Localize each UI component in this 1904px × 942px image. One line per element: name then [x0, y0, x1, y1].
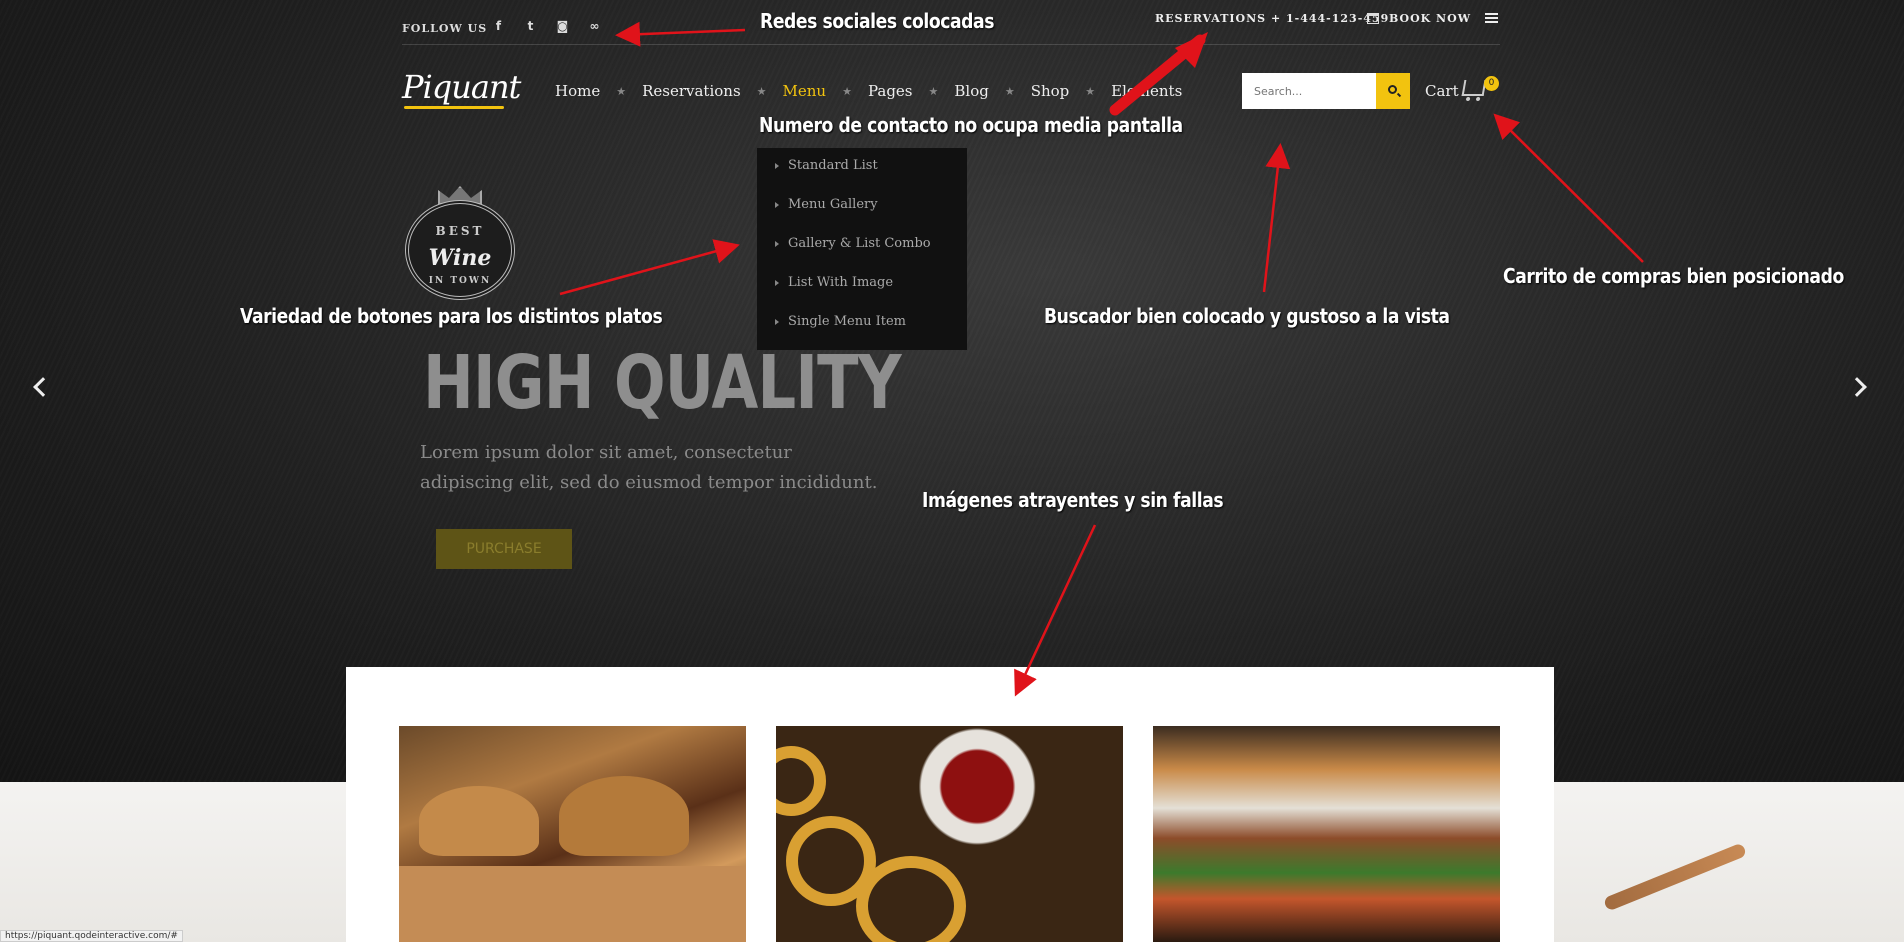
dropdown-item-standard-list[interactable]: Standard List [775, 158, 878, 173]
social-links: f t ◙ ∞ [492, 19, 602, 33]
dropdown-item-list-with-image[interactable]: List With Image [775, 275, 893, 290]
nav-separator-star-icon: ★ [1085, 84, 1096, 98]
food-image-mini-burgers[interactable] [399, 726, 746, 942]
dropdown-item-label: Standard List [788, 158, 878, 173]
onion-ring-shape [776, 746, 826, 816]
nav-separator-star-icon: ★ [842, 84, 852, 98]
hero-title: HIGH QUALITY [423, 340, 902, 426]
dropdown-item-menu-gallery[interactable]: Menu Gallery [775, 197, 878, 212]
dropdown-item-label: Gallery & List Combo [788, 236, 931, 251]
logo[interactable]: Piquant [402, 68, 521, 106]
cart-count-badge: 0 [1484, 76, 1499, 91]
facebook-icon[interactable]: f [492, 19, 506, 33]
purchase-button[interactable]: PURCHASE [436, 529, 572, 569]
nav-item-shop[interactable]: Shop [1031, 82, 1070, 100]
caret-right-icon [775, 162, 779, 169]
twitter-icon[interactable]: t [524, 19, 538, 33]
annotation-numero: Numero de contacto no ocupa media pantal… [759, 113, 1183, 137]
instagram-icon[interactable]: ◙ [556, 19, 570, 33]
book-now-label: BOOK NOW [1389, 12, 1472, 25]
browser-status-url: https://piquant.qodeinteractive.com/# [0, 930, 183, 942]
burger-shape [419, 786, 539, 856]
badge-middle-text: Wine [428, 245, 492, 271]
nav-separator-star-icon: ★ [1004, 84, 1015, 98]
badge-top-text: BEST [435, 224, 485, 238]
dropdown-item-single-menu-item[interactable]: Single Menu Item [775, 314, 906, 329]
search-icon [1388, 85, 1397, 94]
onion-ring-shape [856, 856, 966, 942]
annotation-carrito: Carrito de compras bien posicionado [1503, 264, 1844, 288]
follow-us-label: FOLLOW US [402, 22, 488, 35]
caret-right-icon [775, 318, 779, 325]
annotation-redes: Redes sociales colocadas [760, 9, 995, 33]
nav-item-menu[interactable]: Menu [783, 82, 827, 100]
dropdown-item-gallery-list-combo[interactable]: Gallery & List Combo [775, 236, 931, 251]
nav-item-home[interactable]: Home [555, 82, 600, 100]
caret-right-icon [775, 279, 779, 286]
best-wine-badge: BEST Wine IN TOWN [405, 200, 515, 300]
cart-icon[interactable] [1461, 80, 1487, 96]
board-shape [399, 866, 746, 942]
annotation-imagenes: Imágenes atrayentes y sin fallas [922, 488, 1224, 512]
caret-right-icon [775, 240, 779, 247]
food-image-gourmet-burger[interactable] [1153, 726, 1500, 942]
hamburger-menu-icon[interactable] [1485, 13, 1498, 23]
logo-underline [404, 106, 504, 109]
nav-item-reservations[interactable]: Reservations [642, 82, 741, 100]
nav-item-pages[interactable]: Pages [868, 82, 913, 100]
burger-shape [559, 776, 689, 856]
caret-right-icon [775, 201, 779, 208]
hero-text: Lorem ipsum dolor sit amet, consectetur … [420, 442, 878, 493]
badge-bottom-text: IN TOWN [428, 276, 492, 286]
calendar-icon [1367, 13, 1379, 24]
book-now-link[interactable]: BOOK NOW [1367, 12, 1471, 25]
nav-item-blog[interactable]: Blog [954, 82, 988, 100]
dropdown-item-label: Menu Gallery [788, 197, 878, 212]
main-nav: Home ★ Reservations ★ Menu ★ Pages ★ Blo… [555, 82, 1182, 100]
nav-separator-star-icon: ★ [616, 84, 627, 98]
search-box [1242, 73, 1410, 109]
annotation-variedad: Variedad de botones para los distintos p… [240, 304, 663, 328]
annotation-buscador: Buscador bien colocado y gustoso a la vi… [1044, 304, 1450, 328]
reservations-phone[interactable]: RESERVATIONS + 1-444-123-459 [1155, 12, 1389, 25]
nav-item-elements[interactable]: Elements [1111, 82, 1182, 100]
search-button[interactable] [1376, 73, 1410, 109]
nav-separator-star-icon: ★ [756, 84, 767, 98]
tripadvisor-icon[interactable]: ∞ [588, 19, 602, 33]
cart-label[interactable]: Cart [1425, 82, 1459, 100]
dropdown-item-label: List With Image [788, 275, 894, 290]
nav-separator-star-icon: ★ [928, 84, 939, 98]
food-image-onion-rings[interactable] [776, 726, 1123, 942]
dropdown-item-label: Single Menu Item [788, 314, 907, 329]
menu-dropdown: Standard List Menu Gallery Gallery & Lis… [757, 148, 967, 350]
search-input[interactable] [1242, 73, 1376, 109]
